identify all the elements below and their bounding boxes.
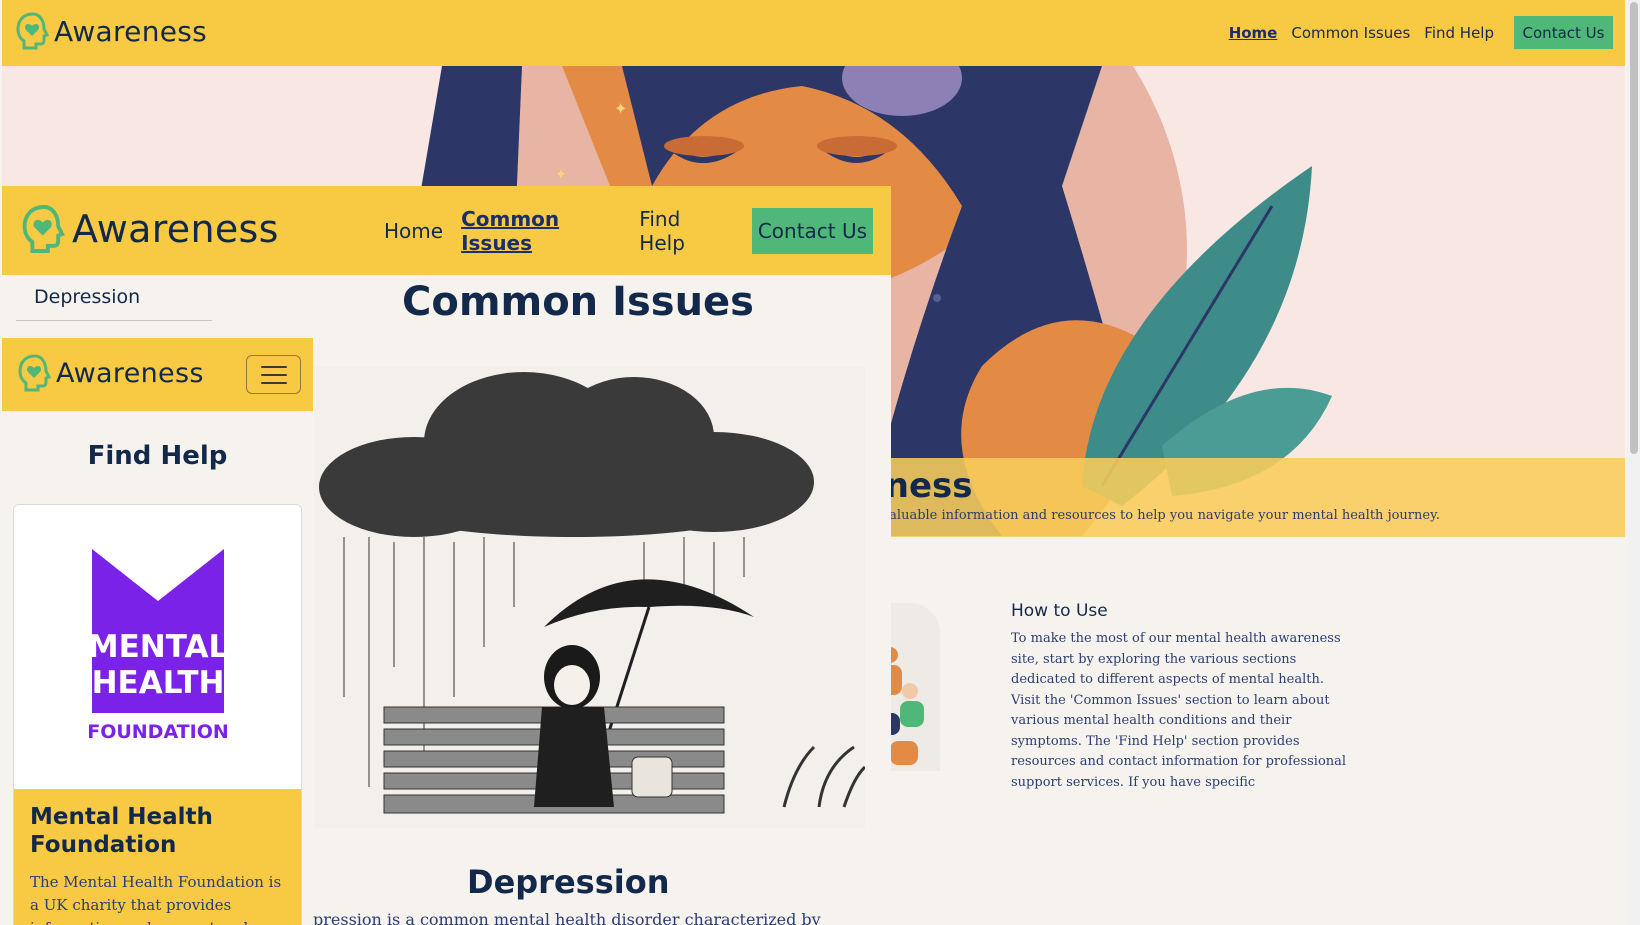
brand-name: Awareness (56, 357, 204, 389)
section-title-depression: Depression (467, 863, 670, 901)
scrollbar-thumb[interactable] (1630, 2, 1638, 454)
svg-text:✦: ✦ (555, 167, 567, 183)
mental-health-foundation-logo: MENTAL HEALTH FOUNDATION (14, 505, 301, 789)
brand-name: Awareness (72, 207, 279, 251)
how-to-use-text: To make the most of our mental health aw… (1011, 631, 1347, 790)
mobile-navbar: Awareness (2, 338, 313, 411)
hamburger-menu-icon[interactable] (246, 355, 301, 394)
nav-home[interactable]: Home (1229, 24, 1278, 42)
head-heart-logo-icon (22, 205, 65, 253)
resource-card-text: The Mental Health Foundation is a UK cha… (30, 873, 282, 925)
mobile-find-help-view: Awareness Find Help MENTAL HEALTH FOUNDA… (2, 338, 313, 925)
logo-line-2: HEALTH (92, 665, 225, 701)
hero-subtitle: e valuable information and resources to … (870, 508, 1440, 523)
submenu-item-depression[interactable]: Depression (34, 286, 140, 308)
page-title: Find Help (87, 441, 228, 471)
how-to-use-section: How to Use To make the most of our menta… (1011, 601, 1356, 793)
section-text-depression: pression is a common mental health disor… (313, 910, 821, 925)
svg-text:✦: ✦ (614, 99, 627, 118)
resource-card-title: Mental Health Foundation (30, 804, 213, 858)
desktop-nav-links: Home Common Issues Find Help Contact Us (1229, 16, 1613, 49)
nav-home[interactable]: Home (384, 219, 443, 243)
nav-find-help[interactable]: Find Help (1424, 24, 1494, 42)
logo-line-3: FOUNDATION (87, 721, 229, 743)
submenu-divider (16, 320, 212, 321)
contact-us-button[interactable]: Contact Us (1514, 16, 1613, 49)
nav-find-help[interactable]: Find Help (639, 207, 724, 255)
page-scrollbar[interactable] (1628, 0, 1640, 925)
logo-line-1: MENTAL (88, 629, 228, 665)
nav-common-issues[interactable]: Common Issues (1291, 24, 1410, 42)
tablet-navbar: Awareness Home Common Issues Find Help C… (2, 186, 891, 275)
tablet-nav-links: Home Common Issues Find Help Contact Us (384, 207, 891, 255)
how-to-use-title: How to Use (1011, 601, 1108, 621)
head-heart-logo-icon (18, 354, 52, 392)
head-heart-logo-icon (16, 12, 50, 50)
brand-name: Awareness (54, 14, 208, 48)
brand-link[interactable]: Awareness (22, 204, 279, 254)
desktop-navbar: Awareness Home Common Issues Find Help C… (2, 0, 1625, 66)
girl-under-rain-cloud-illustration (314, 367, 865, 828)
depression-illustration (314, 367, 865, 828)
resource-card-body: Mental Health Foundation The Mental Heal… (14, 789, 301, 925)
resource-card[interactable]: MENTAL HEALTH FOUNDATION Mental Health F… (13, 504, 302, 925)
mental-health-foundation-logo-icon: MENTAL HEALTH FOUNDATION (87, 549, 229, 743)
brand-link[interactable]: Awareness (16, 12, 207, 50)
brand-link[interactable]: Awareness (18, 353, 204, 393)
contact-us-button[interactable]: Contact Us (751, 208, 873, 254)
page-title: Common Issues (402, 279, 754, 325)
nav-common-issues[interactable]: Common Issues (461, 207, 621, 255)
